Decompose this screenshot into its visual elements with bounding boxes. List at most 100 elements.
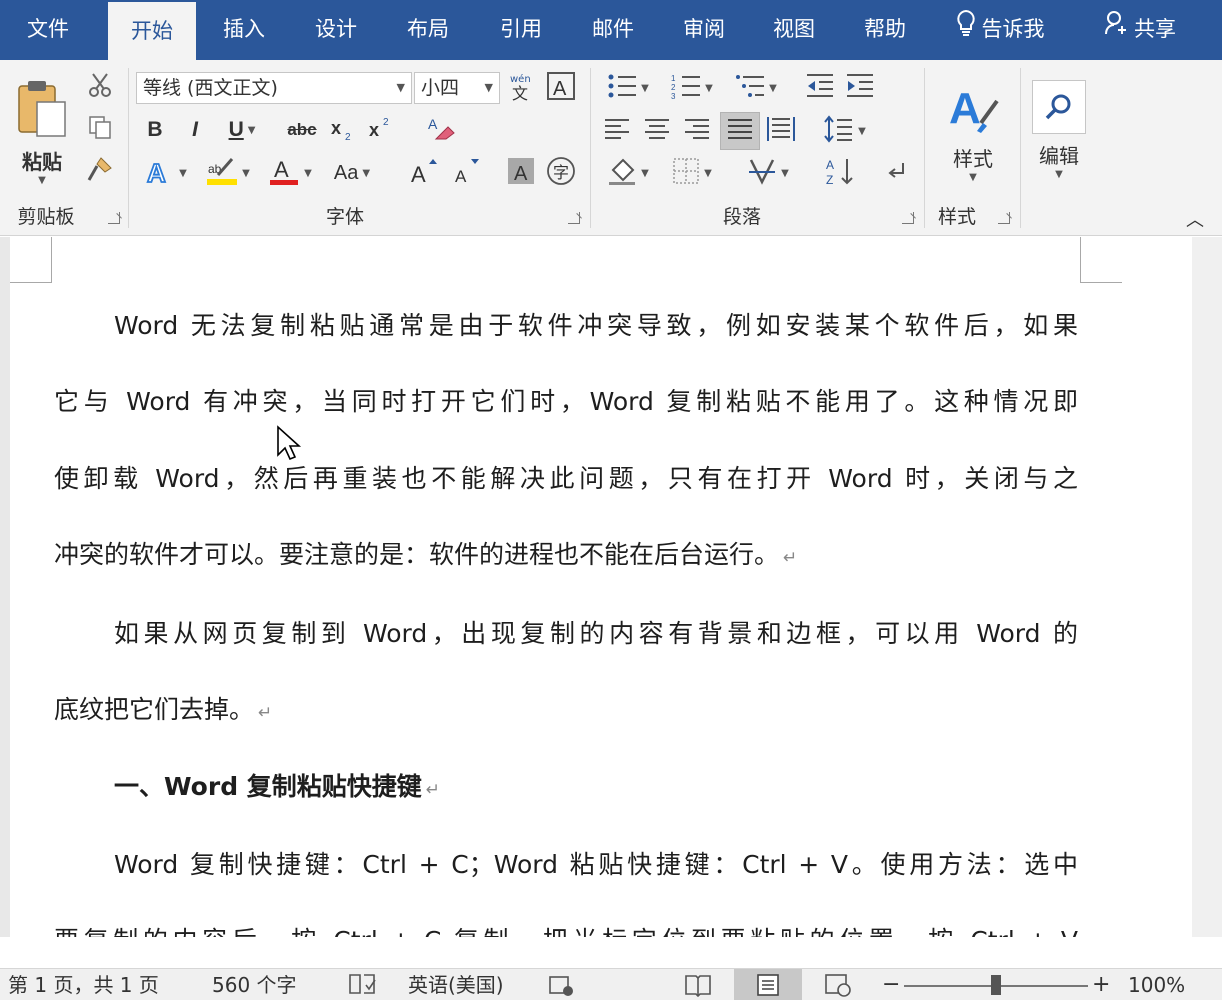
increase-indent-button[interactable] [842, 72, 878, 104]
tab-file[interactable]: 文件 [0, 0, 96, 60]
font-launcher-icon[interactable] [568, 212, 580, 224]
line-spacing-button[interactable]: ▼ [818, 114, 872, 148]
tab-home[interactable]: 开始 [108, 0, 196, 60]
show-marks-button[interactable] [880, 156, 914, 190]
language-indicator[interactable]: 英语(美国) [408, 969, 504, 1000]
chevron-down-icon: ▼ [396, 81, 405, 94]
paragraph-group-label: 段落 [722, 206, 761, 228]
web-layout-icon[interactable] [824, 973, 852, 1000]
enclose-characters-button[interactable]: 字 [544, 156, 578, 190]
borders-button[interactable]: ▼ [664, 156, 720, 190]
change-case-button[interactable]: Aa ▼ [326, 156, 378, 190]
mouse-cursor-icon [276, 425, 302, 465]
character-shading-icon: A [506, 156, 536, 190]
tab-review[interactable]: 审阅 [660, 0, 748, 60]
tab-label: 开始 [131, 19, 173, 43]
tell-me-button[interactable]: 告诉我 [940, 0, 1060, 60]
print-layout-icon[interactable] [734, 969, 802, 1000]
numbering-button[interactable]: 1 2 3 ▼ [664, 72, 720, 104]
bullet-list-icon [607, 72, 637, 104]
tab-mailings[interactable]: 邮件 [568, 0, 658, 60]
italic-button[interactable]: I [180, 114, 210, 146]
text-line: 使卸载 Word，然后再重装也不能解决此问题，只有在打开 Word 时，关闭与之 [54, 464, 1078, 493]
word-count[interactable]: 560 个字 [212, 969, 297, 1000]
shading-button[interactable]: ▼ [600, 156, 656, 190]
text-line: 冲突的软件才可以。要注意的是：软件的进程也不能在后台运行。 [54, 540, 780, 569]
chevron-down-icon: ▼ [769, 82, 777, 94]
document-page[interactable]: Word 无法复制粘贴通常是由于软件冲突导致，例如安装某个软件后，如果 它与 W… [10, 237, 1192, 937]
superscript-button[interactable]: x2 [366, 114, 396, 146]
svg-text:x: x [331, 118, 341, 138]
tab-layout[interactable]: 布局 [384, 0, 472, 60]
tab-insert[interactable]: 插入 [200, 0, 288, 60]
tab-label: 文件 [27, 17, 69, 41]
bullets-button[interactable]: ▼ [600, 72, 656, 104]
clear-formatting-button[interactable]: A [424, 114, 458, 146]
copy-icon [87, 114, 113, 144]
sort-button[interactable]: AZ [822, 156, 858, 190]
read-mode-icon[interactable] [684, 973, 712, 1000]
align-right-button[interactable] [680, 114, 714, 148]
font-size-combo[interactable]: 小四 ▼ [414, 72, 500, 104]
copy-button[interactable] [86, 114, 114, 144]
subscript-icon: x2 [329, 114, 357, 146]
zoom-out-button[interactable]: − [882, 969, 900, 1000]
tab-label: 审阅 [683, 17, 725, 41]
character-shading-button[interactable]: A [504, 156, 538, 190]
zoom-level[interactable]: 100% [1128, 969, 1185, 1000]
tab-label: 插入 [223, 17, 265, 41]
zoom-slider-thumb[interactable] [991, 975, 1001, 995]
highlight-color-button[interactable]: ab ▼ [198, 156, 256, 190]
paragraph-launcher-icon[interactable] [902, 212, 914, 224]
share-button[interactable]: 共享 [1092, 0, 1188, 60]
cut-button[interactable] [86, 72, 114, 102]
font-name-combo[interactable]: 等线 (西文正文) ▼ [136, 72, 412, 104]
editing-button[interactable]: 编辑 ▼ [1028, 70, 1090, 190]
align-center-icon [643, 117, 671, 145]
tab-view[interactable]: 视图 [750, 0, 838, 60]
subscript-button[interactable]: x2 [328, 114, 358, 146]
font-color-button[interactable]: A ▼ [262, 156, 318, 190]
tab-design[interactable]: 设计 [292, 0, 380, 60]
tab-help[interactable]: 帮助 [840, 0, 930, 60]
styles-launcher-icon[interactable] [998, 212, 1010, 224]
styles-button[interactable]: A 样式 ▼ [936, 72, 1010, 192]
shrink-font-button[interactable]: A [448, 156, 484, 190]
svg-text:A: A [274, 157, 289, 182]
vertical-scrollbar[interactable] [1192, 237, 1222, 937]
tab-label: 邮件 [592, 17, 634, 41]
phonetic-guide-button[interactable]: wén 文 [504, 72, 538, 104]
format-painter-button[interactable] [86, 156, 114, 186]
multilevel-list-button[interactable]: ▼ [728, 72, 784, 104]
align-right-icon [683, 117, 711, 145]
strikethrough-button[interactable]: abc [282, 114, 322, 146]
align-left-button[interactable] [600, 114, 634, 148]
tab-references[interactable]: 引用 [476, 0, 566, 60]
editing-label: 编辑 [1039, 144, 1079, 168]
proofing-icon[interactable] [348, 973, 376, 1000]
scissors-icon [87, 72, 113, 102]
font-color-icon: A [268, 155, 300, 191]
align-center-button[interactable] [640, 114, 674, 148]
decrease-indent-button[interactable] [802, 72, 838, 104]
paragraph-mark-icon: ↵ [783, 548, 798, 568]
chevron-down-icon: ▼ [179, 167, 187, 179]
font-group-label: 字体 [325, 206, 364, 228]
underline-button[interactable]: U ▼ [220, 114, 264, 146]
page-count[interactable]: 第 1 页，共 1 页 [8, 969, 159, 1000]
paste-button[interactable]: 粘贴 ▼ [10, 72, 74, 192]
collapse-ribbon-button[interactable]: ︿ [1182, 206, 1208, 232]
chinese-layout-button[interactable]: ▼ [740, 156, 796, 190]
macro-record-icon[interactable] [548, 973, 574, 1000]
character-border-button[interactable]: A [544, 72, 578, 104]
distributed-icon [766, 115, 796, 147]
text-line-end: 一、Word 复制粘贴快捷键 ↵ [114, 767, 1078, 807]
text-effects-button[interactable]: A ▼ [140, 156, 192, 190]
tab-label: 共享 [1134, 17, 1176, 41]
bold-button[interactable]: B [140, 114, 170, 146]
justify-button[interactable] [720, 112, 760, 150]
zoom-in-button[interactable]: + [1092, 969, 1110, 1000]
grow-font-button[interactable]: A [406, 156, 442, 190]
distributed-button[interactable] [764, 114, 798, 148]
clipboard-launcher-icon[interactable] [108, 212, 120, 224]
